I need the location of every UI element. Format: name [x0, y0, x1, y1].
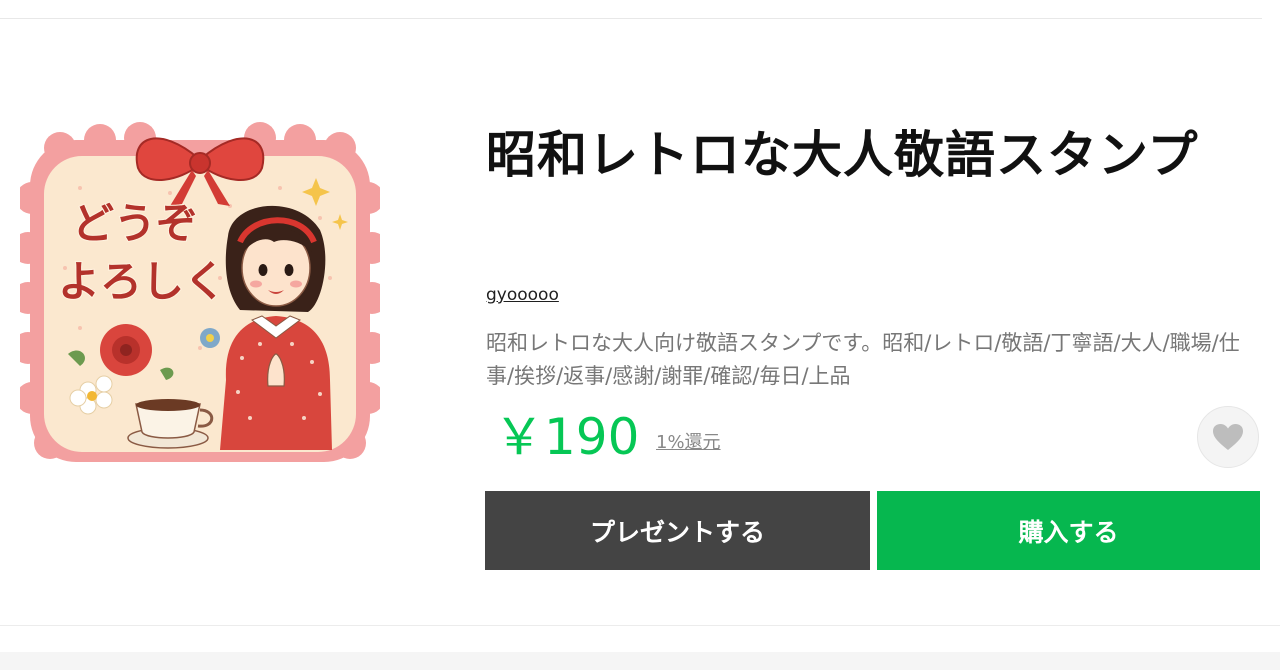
favorite-button[interactable] [1197, 406, 1259, 468]
sticker-illustration: どうぞ よろしく [12, 122, 388, 462]
price: ￥190 [494, 408, 640, 466]
product-title: 昭和レトロな大人敬語スタンプ [486, 126, 1199, 184]
buy-button[interactable]: 購入する [877, 491, 1260, 570]
point-return-link[interactable]: 1%還元 [656, 428, 721, 454]
author-link[interactable]: gyooooo [486, 285, 559, 305]
buy-button-label: 購入する [1018, 517, 1119, 547]
bottom-divider [0, 625, 1280, 626]
sticker-main-image: どうぞ よろしく [12, 118, 388, 478]
product-description: 昭和レトロな大人向け敬語スタンプです。昭和/レトロ/敬語/丁寧語/大人/職場/仕… [486, 331, 1240, 388]
bottom-section-edge [0, 652, 1280, 670]
top-divider [0, 18, 1262, 19]
sticker-text-line1: どうぞ [72, 199, 198, 248]
present-button[interactable]: プレゼントする [485, 491, 870, 570]
present-button-label: プレゼントする [589, 517, 765, 547]
sticker-text-line2: よろしく [58, 257, 226, 306]
heart-icon [1213, 424, 1243, 450]
